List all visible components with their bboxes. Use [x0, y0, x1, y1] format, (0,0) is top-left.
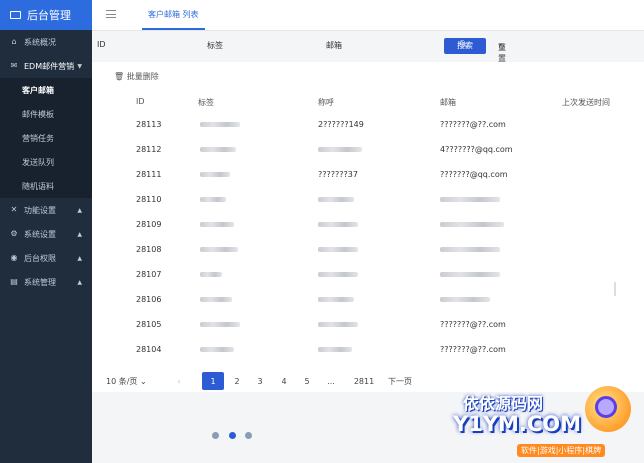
app-title: 后台管理	[27, 9, 71, 22]
submenu-item-customer-email[interactable]: 客户邮箱	[0, 78, 92, 102]
table-row[interactable]: 28108	[92, 245, 644, 269]
submenu-item-corpus[interactable]: 随机语料	[0, 174, 92, 198]
mail-icon: ✉	[10, 61, 18, 70]
page-1-button[interactable]: 1	[202, 372, 224, 390]
tab-customer-email-list[interactable]: 客户邮箱 列表	[142, 9, 205, 30]
next-page-button[interactable]: 下一页	[384, 372, 416, 390]
sidebar: 后台管理 ⌂ 系统概况 ✉ EDM邮件营销 ▼ 客户邮箱 邮件模板 营销任务 发…	[0, 0, 92, 463]
watermark-logo: 依依源码网 Y1YM.COM 软件|游戏|小程序|棋牌	[425, 368, 640, 463]
table-header: ID 标签 称呼 邮箱 上次发送时间	[92, 97, 644, 111]
submenu-item-mail-template[interactable]: 邮件模板	[0, 102, 92, 126]
carousel-dots	[212, 432, 272, 442]
table-row[interactable]: 28104 ???????@??.com	[92, 345, 644, 369]
magnifier-icon	[585, 386, 631, 432]
table-row[interactable]: 28106	[92, 295, 644, 319]
search-bar: ID 标签 邮箱 🔍︎ 搜索 ↻ 重置	[97, 38, 506, 63]
sidebar-item-label: 功能设置	[24, 205, 56, 215]
sidebar-item-system-admin[interactable]: ▤ 系统管理 ▲	[0, 270, 92, 294]
top-bar: 客户邮箱 列表	[92, 0, 644, 31]
column-header-id[interactable]: ID	[136, 97, 145, 106]
trash-icon: 🗑︎	[114, 72, 125, 81]
edm-submenu: 客户邮箱 邮件模板 营销任务 发送队列 随机语料	[0, 78, 92, 198]
table-row[interactable]: 28107	[92, 270, 644, 294]
column-header-tag[interactable]: 标签	[198, 97, 214, 108]
tool-icon: ✕	[10, 205, 18, 214]
sidebar-item-label: 系统设置	[24, 229, 56, 239]
table-card: 🗑︎ 批量删除 ID 标签 称呼 邮箱 上次发送时间 28113 2??????…	[92, 62, 644, 392]
prev-page-icon[interactable]: ‹	[168, 372, 190, 390]
user-icon: ◉	[10, 253, 18, 262]
menu-toggle-icon[interactable]	[106, 10, 116, 18]
carousel-dot[interactable]	[245, 432, 252, 439]
page-size-select[interactable]: 10 条/页 ⌄	[106, 376, 147, 387]
sidebar-item-label: 系统概况	[24, 37, 56, 47]
chevron-up-icon: ▲	[77, 230, 82, 238]
column-header-email[interactable]: 邮箱	[440, 97, 456, 108]
column-header-last-sent[interactable]: 上次发送时间	[562, 97, 610, 108]
sidebar-item-features[interactable]: ✕ 功能设置 ▲	[0, 198, 92, 222]
sidebar-item-permissions[interactable]: ◉ 后台权限 ▲	[0, 246, 92, 270]
table-row[interactable]: 28105 ???????@??.com	[92, 320, 644, 344]
sidebar-item-label: 后台权限	[24, 253, 56, 263]
page-3-button[interactable]: 3	[249, 372, 271, 390]
sidebar-item-system-settings[interactable]: ⚙ 系统设置 ▲	[0, 222, 92, 246]
app-logo[interactable]: 后台管理	[0, 0, 92, 30]
page-2-button[interactable]: 2	[226, 372, 248, 390]
table-row[interactable]: 28113 2??????149 ???????@??.com	[92, 120, 644, 144]
gear-icon: ⚙	[10, 229, 18, 238]
sidebar-item-label: EDM邮件营销	[24, 61, 75, 71]
page-5-button[interactable]: 5	[296, 372, 318, 390]
tag-filter-label[interactable]: 标签	[207, 40, 223, 51]
chevron-down-icon: ⌄	[139, 377, 147, 386]
table-row[interactable]: 28109	[92, 220, 644, 244]
chevron-up-icon: ▲	[77, 278, 82, 286]
table-row[interactable]: 28110	[92, 195, 644, 219]
home-icon: ⌂	[11, 37, 17, 46]
scroll-indicator[interactable]	[614, 282, 616, 296]
page-4-button[interactable]: 4	[273, 372, 295, 390]
monitor-icon	[10, 11, 21, 19]
page-last-button[interactable]: 2811	[350, 372, 378, 390]
search-button[interactable]: 🔍︎ 搜索	[444, 38, 486, 54]
submenu-item-send-queue[interactable]: 发送队列	[0, 150, 92, 174]
sidebar-item-edm[interactable]: ✉ EDM邮件营销 ▼	[0, 54, 92, 78]
email-filter-label[interactable]: 邮箱	[326, 40, 342, 51]
server-icon: ▤	[10, 277, 18, 286]
id-filter-label[interactable]: ID	[97, 40, 106, 49]
table-row[interactable]: 28111 ???????37 ???????@qq.com	[92, 170, 644, 194]
chevron-down-icon: ▼	[77, 62, 82, 70]
batch-delete-button[interactable]: 🗑︎ 批量删除	[114, 71, 159, 82]
table-row[interactable]: 28112 4???????@qq.com	[92, 145, 644, 169]
carousel-dot[interactable]	[229, 432, 236, 439]
sidebar-item-overview[interactable]: ⌂ 系统概况	[0, 30, 92, 54]
chevron-up-icon: ▲	[77, 254, 82, 262]
chevron-up-icon: ▲	[77, 206, 82, 214]
carousel-dot[interactable]	[212, 432, 219, 439]
column-header-nickname[interactable]: 称呼	[318, 97, 334, 108]
page-ellipsis[interactable]: ...	[320, 372, 342, 390]
sidebar-item-label: 系统管理	[24, 277, 56, 287]
submenu-item-campaign[interactable]: 营销任务	[0, 126, 92, 150]
